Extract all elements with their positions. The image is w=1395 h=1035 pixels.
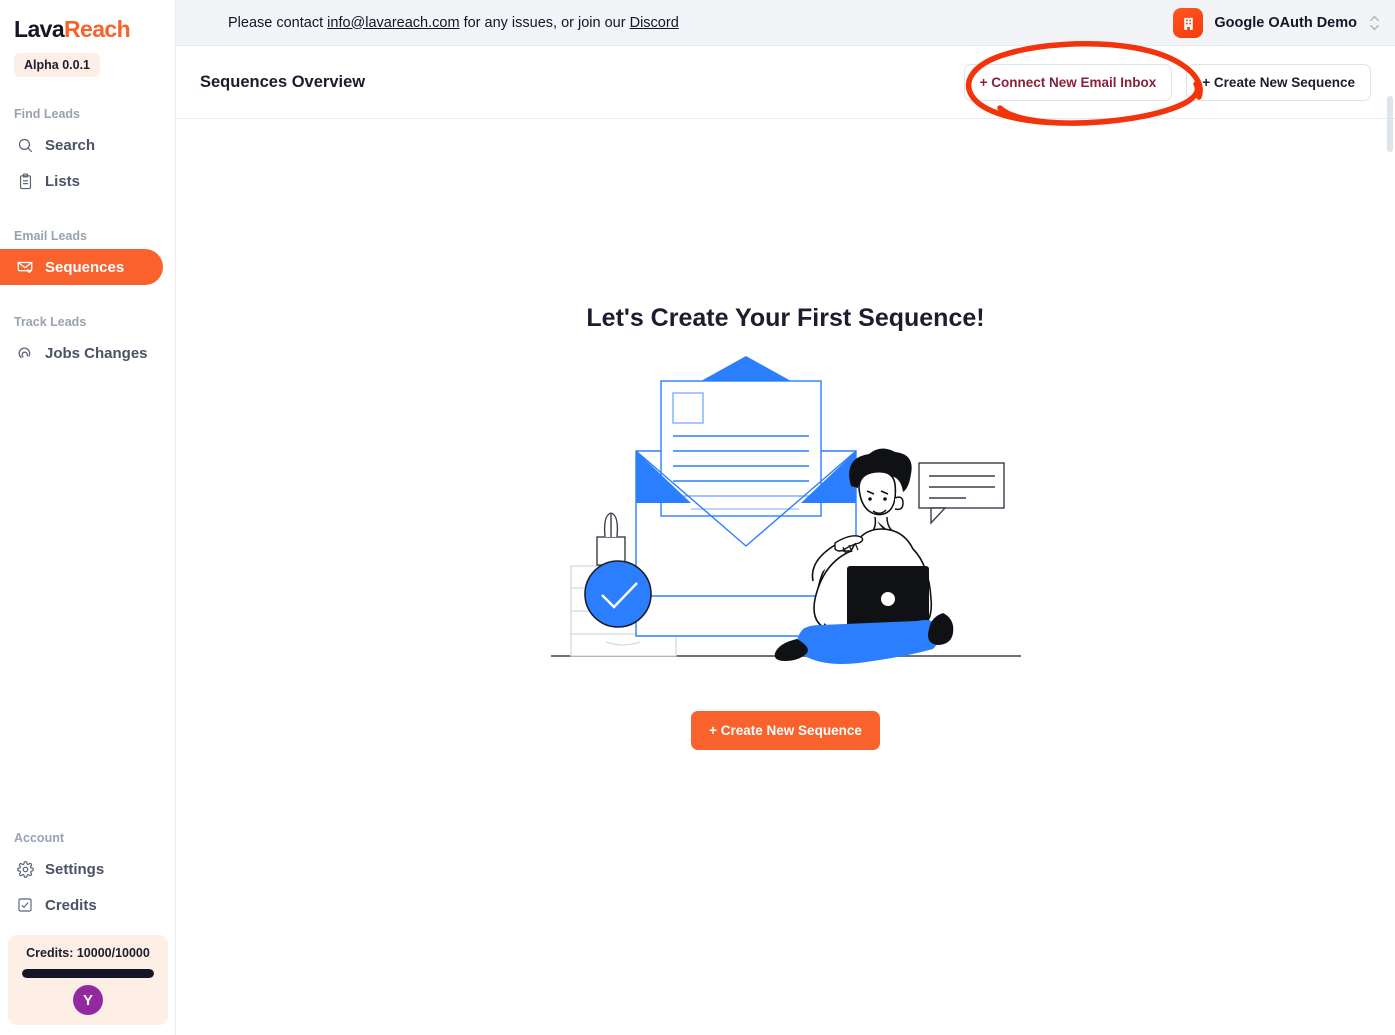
clipboard-icon (16, 172, 34, 190)
radar-icon (16, 344, 34, 362)
main-area: Please contact info@lavareach.com for an… (176, 0, 1395, 1035)
sidebar: LavaReach Alpha 0.0.1 Find Leads Search … (0, 0, 176, 1035)
nav-group-track-leads-label: Track Leads (14, 315, 87, 329)
email-person-laptop-illustration (550, 351, 1021, 671)
discord-link[interactable]: Discord (630, 15, 679, 31)
sidebar-item-lists[interactable]: Lists (0, 163, 163, 199)
avatar[interactable]: Y (73, 985, 103, 1015)
cta-wrapper: + Create New Sequence (691, 711, 880, 750)
nav-group-account-label: Account (14, 831, 64, 845)
sidebar-item-settings[interactable]: Settings (0, 851, 164, 887)
sidebar-item-label: Credits (45, 896, 97, 914)
logo-text-reach: Reach (64, 16, 131, 42)
create-new-sequence-button-cta[interactable]: + Create New Sequence (691, 711, 880, 750)
credits-progress-fill (22, 969, 154, 978)
sidebar-item-label: Jobs Changes (45, 344, 148, 362)
sidebar-item-search[interactable]: Search (0, 127, 163, 163)
sidebar-item-jobs-changes[interactable]: Jobs Changes (0, 335, 163, 371)
connect-new-email-inbox-button[interactable]: + Connect New Email Inbox (963, 63, 1173, 101)
sidebar-item-label: Sequences (45, 258, 125, 276)
mail-heart-icon (16, 258, 34, 276)
scrollbar-thumb[interactable] (1387, 96, 1393, 152)
app-root: LavaReach Alpha 0.0.1 Find Leads Search … (0, 0, 1395, 1035)
banner-message: Please contact info@lavareach.com for an… (228, 15, 679, 31)
scrollbar-track[interactable] (1386, 46, 1395, 1035)
support-email-link[interactable]: info@lavareach.com (327, 15, 459, 31)
empty-state-title: Let's Create Your First Sequence! (586, 304, 985, 332)
app-logo[interactable]: LavaReach (0, 0, 175, 41)
sidebar-item-credits[interactable]: Credits (0, 887, 164, 923)
sidebar-item-label: Search (45, 136, 96, 154)
search-icon (16, 136, 34, 154)
sidebar-account-section: Account Settings Credits Credits: 10000/… (0, 831, 176, 1035)
gear-icon (16, 860, 34, 878)
org-name: Google OAuth Demo (1214, 15, 1357, 31)
checkbox-icon (16, 896, 34, 914)
banner-middle: for any issues, or join our (459, 14, 630, 31)
version-badge: Alpha 0.0.1 (14, 53, 100, 77)
nav-group-email-leads-label: Email Leads (14, 229, 87, 243)
building-icon (1173, 8, 1204, 38)
sidebar-item-label: Lists (45, 172, 81, 190)
header-actions: + Connect New Email Inbox + Create New S… (963, 63, 1371, 101)
create-new-sequence-button-header[interactable]: + Create New Sequence (1186, 63, 1371, 101)
sidebar-item-sequences[interactable]: Sequences (0, 249, 163, 285)
top-banner: Please contact info@lavareach.com for an… (176, 0, 1395, 46)
page-title: Sequences Overview (200, 72, 366, 91)
sidebar-item-label: Settings (45, 860, 105, 878)
banner-prefix: Please contact (228, 14, 328, 31)
nav-group-find-leads-label: Find Leads (14, 107, 80, 121)
page-header: Sequences Overview + Connect New Email I… (176, 46, 1395, 119)
logo-text-lava: Lava (14, 16, 65, 42)
empty-state-content: Let's Create Your First Sequence! + Crea… (176, 119, 1395, 1035)
org-switcher[interactable]: Google OAuth Demo (1167, 0, 1387, 46)
credits-card: Credits: 10000/10000 Y (8, 935, 168, 1025)
chevron-up-down-icon (1368, 13, 1381, 33)
credits-progress-bar (22, 969, 154, 978)
credits-label: Credits: 10000/10000 (26, 946, 150, 960)
